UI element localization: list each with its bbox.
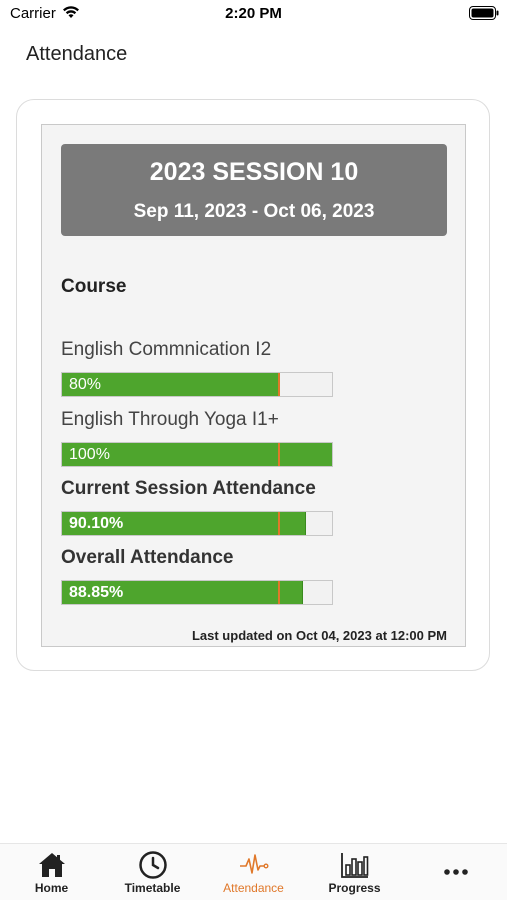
current-session-label: Current Session Attendance <box>61 478 316 499</box>
home-icon <box>38 853 65 877</box>
clock-icon <box>138 851 167 879</box>
course-heading: Course <box>61 276 127 297</box>
attendance-progress-bar: 88.85% <box>61 580 333 605</box>
progress-percent: 80% <box>69 376 102 393</box>
course-label: English Commnication I2 <box>61 339 272 360</box>
tab-timetable[interactable]: Timetable <box>102 844 203 900</box>
pulse-icon <box>239 854 269 874</box>
progress-percent: 100% <box>69 446 110 463</box>
overall-attendance-label: Overall Attendance <box>61 547 234 568</box>
attendance-progress-bar: 100% <box>61 442 333 467</box>
attendance-progress-bar: 80% <box>61 372 333 397</box>
threshold-marker <box>278 373 280 396</box>
session-dates: Sep 11, 2023 - Oct 06, 2023 <box>133 201 375 222</box>
tab-home[interactable]: Home <box>1 844 102 900</box>
more-icon <box>443 869 468 875</box>
tab-label: Home <box>34 881 69 895</box>
page-title: Attendance <box>26 43 128 65</box>
progress-percent: 90.10% <box>69 515 124 532</box>
last-updated-text: Last updated on Oct 04, 2023 at 12:00 PM <box>191 628 447 643</box>
session-banner: 2023 SESSION 10 Sep 11, 2023 - Oct 06, 2… <box>61 144 447 236</box>
bar-chart-icon <box>340 853 368 878</box>
attendance-progress-bar: 90.10% <box>61 511 333 536</box>
threshold-marker <box>278 581 280 604</box>
battery-icon <box>469 6 499 20</box>
tab-label: Timetable <box>124 881 181 895</box>
threshold-marker <box>278 512 280 535</box>
course-label: English Through Yoga I1+ <box>61 409 279 430</box>
attendance-screen: Carrier 2:20 PM Attendance 2023 SESSION … <box>0 0 507 900</box>
status-bar: Carrier 2:20 PM <box>0 0 507 30</box>
tab-label: Progress <box>328 881 381 895</box>
tab-progress[interactable]: Progress <box>304 844 405 900</box>
tab-label: Attendance <box>223 881 284 895</box>
session-name: 2023 SESSION 10 <box>149 158 359 186</box>
tab-bar: Home Timetable Attendance Progress <box>0 843 507 900</box>
tab-more[interactable] <box>405 844 506 900</box>
status-time: 2:20 PM <box>225 5 282 22</box>
threshold-marker <box>278 443 280 466</box>
progress-percent: 88.85% <box>69 584 124 601</box>
tab-attendance[interactable]: Attendance <box>203 844 304 900</box>
